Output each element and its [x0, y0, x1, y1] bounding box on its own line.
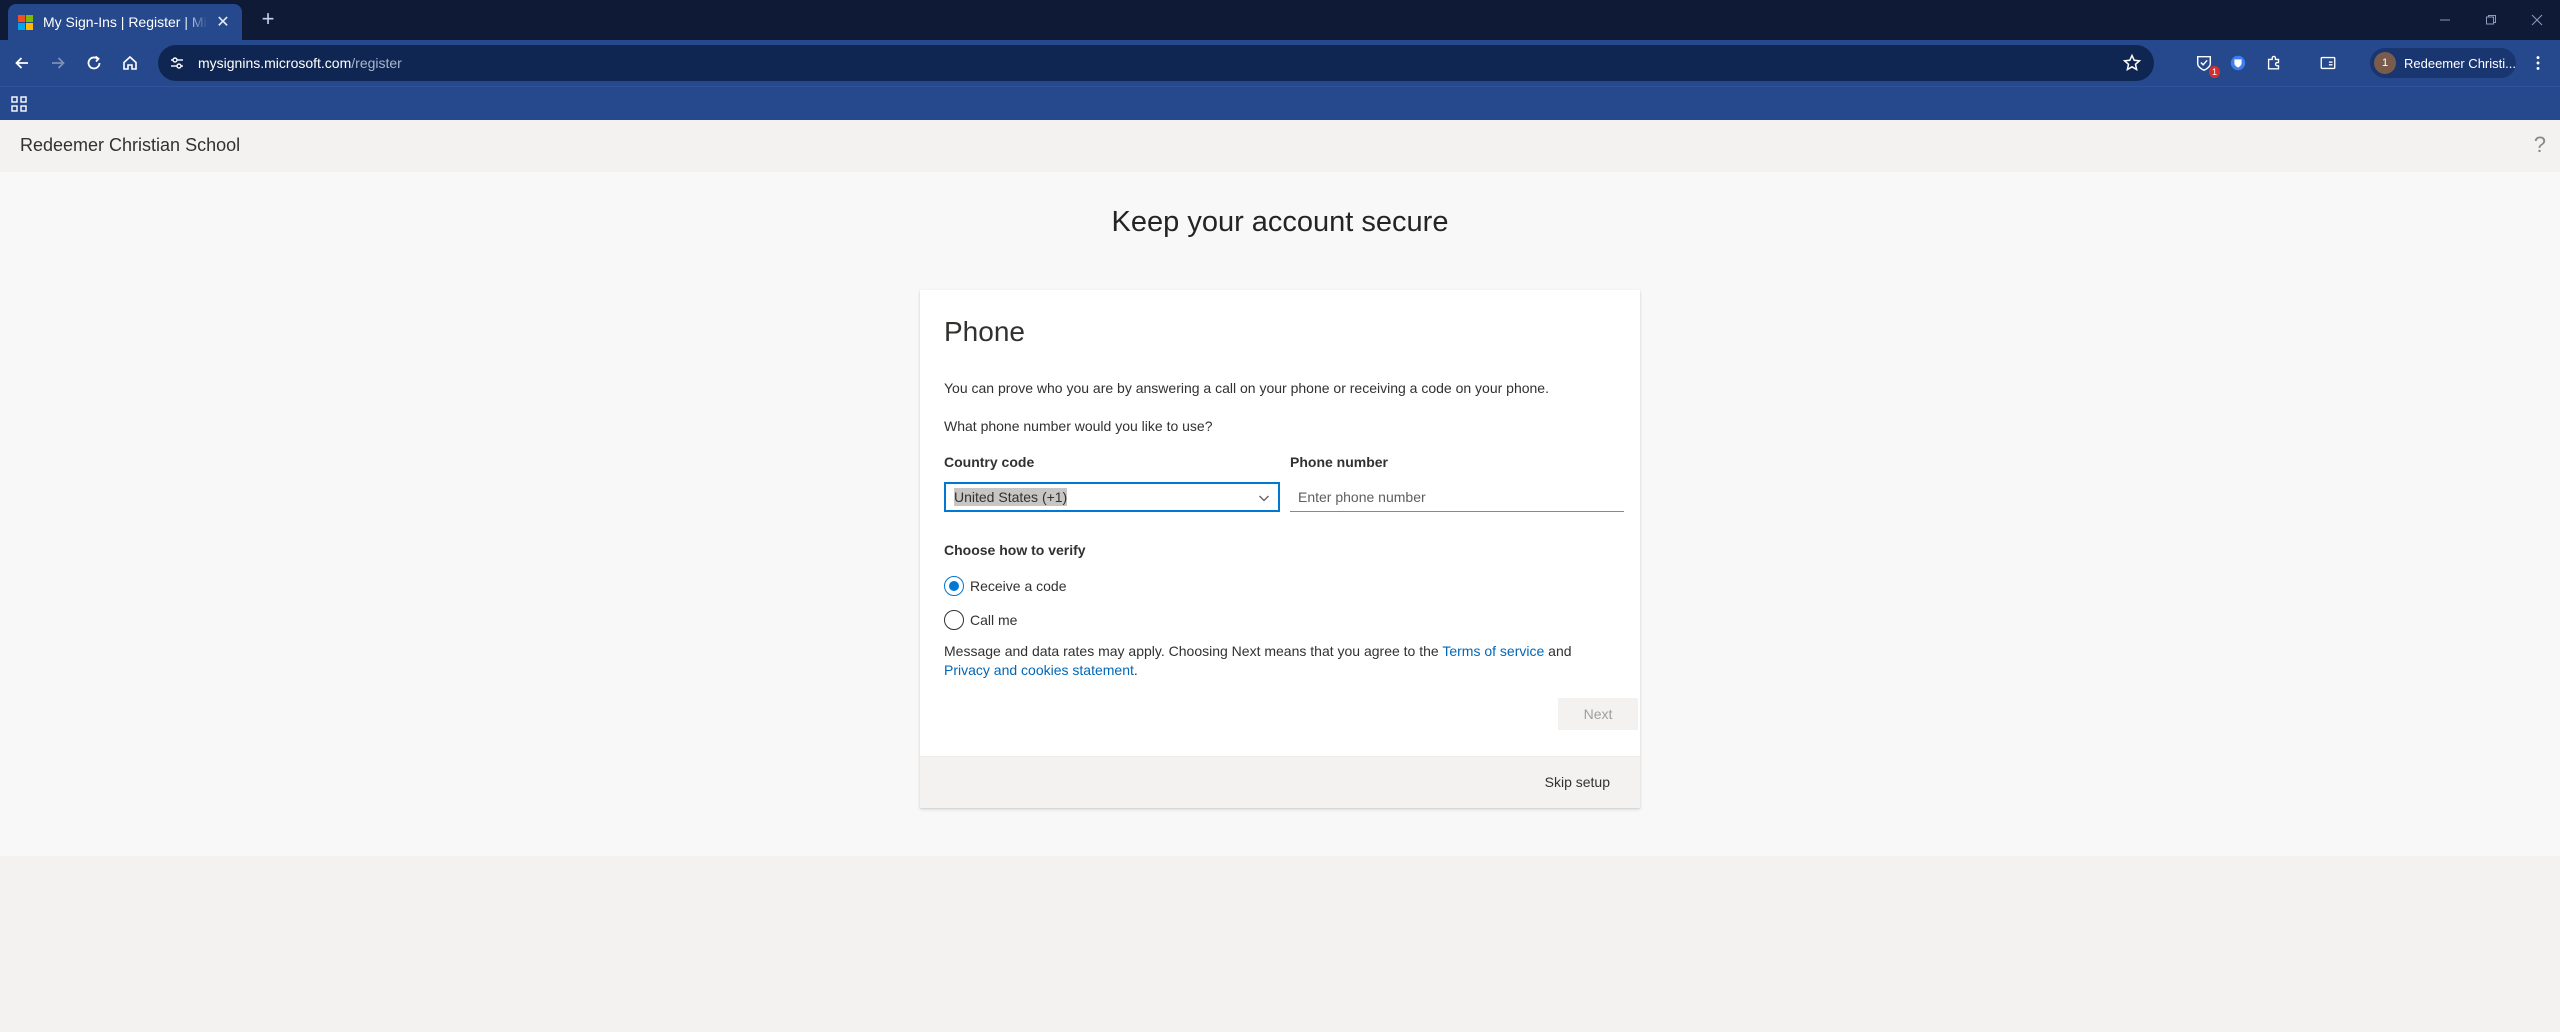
- chevron-down-icon: [1259, 495, 1269, 502]
- extensions-puzzle-icon[interactable]: [2262, 51, 2286, 75]
- phone-number-input[interactable]: [1290, 482, 1624, 512]
- terms-of-service-link[interactable]: Terms of service: [1442, 643, 1544, 659]
- more-menu-icon[interactable]: [2526, 51, 2550, 75]
- page: Redeemer Christian School ? Keep your ac…: [0, 120, 2560, 1032]
- radio-button[interactable]: [944, 610, 964, 630]
- back-icon[interactable]: [8, 49, 36, 77]
- extension-badge: 1: [2208, 66, 2220, 78]
- close-window-icon[interactable]: [2514, 0, 2560, 40]
- reading-list-icon[interactable]: [2316, 51, 2340, 75]
- radio-call-me[interactable]: Call me: [944, 610, 1017, 630]
- phone-number-label: Phone number: [1290, 454, 1389, 470]
- tab-strip: My Sign-Ins | Register | Microsoft ✕ +: [0, 0, 2560, 40]
- legal-notice: Message and data rates may apply. Choosi…: [944, 643, 1572, 678]
- card-footer: Skip setup: [920, 756, 1640, 808]
- phone-setup-card: Phone You can prove who you are by answe…: [920, 290, 1640, 808]
- window-controls: [2422, 0, 2560, 40]
- radio-receive-code[interactable]: Receive a code: [944, 576, 1067, 596]
- radio-label: Call me: [970, 612, 1018, 628]
- radio-button-checked[interactable]: [944, 576, 964, 596]
- help-icon[interactable]: ?: [2534, 132, 2546, 158]
- country-code-value: United States (+1): [954, 488, 1068, 506]
- bitwarden-icon[interactable]: [2226, 51, 2250, 75]
- home-icon[interactable]: [116, 49, 144, 77]
- minimize-icon[interactable]: [2422, 0, 2468, 40]
- verify-method-label: Choose how to verify: [944, 542, 1086, 558]
- site-settings-icon[interactable]: [166, 52, 188, 74]
- forward-icon[interactable]: [44, 49, 72, 77]
- extension-shield-icon[interactable]: 1: [2192, 51, 2220, 78]
- reload-icon[interactable]: [80, 49, 108, 77]
- restore-icon[interactable]: [2468, 0, 2514, 40]
- org-name: Redeemer Christian School: [20, 135, 241, 155]
- browser-toolbar: mysignins.microsoft.com/register 1 1 Red…: [0, 40, 2560, 86]
- tab-title: My Sign-Ins | Register | Microsoft: [43, 14, 208, 30]
- country-code-label: Country code: [944, 454, 1035, 470]
- org-header: Redeemer Christian School ?: [0, 120, 2560, 172]
- address-bar[interactable]: mysignins.microsoft.com/register: [158, 45, 2154, 81]
- radio-label: Receive a code: [970, 578, 1067, 594]
- url-text: mysignins.microsoft.com/register: [198, 55, 402, 71]
- page-title: Keep your account secure: [1111, 206, 1449, 238]
- phone-question: What phone number would you like to use?: [944, 418, 1213, 434]
- microsoft-logo-icon: [18, 14, 33, 30]
- close-tab-icon[interactable]: ✕: [214, 12, 232, 32]
- bookmark-star-icon[interactable]: [2122, 53, 2142, 73]
- bookmarks-bar: [0, 86, 2560, 120]
- next-button[interactable]: Next: [1558, 698, 1638, 730]
- page-footer: [0, 856, 2560, 1032]
- card-title: Phone: [944, 316, 1025, 347]
- main-content: Keep your account secure Phone You can p…: [0, 172, 2560, 856]
- apps-grid-icon[interactable]: [10, 95, 28, 113]
- new-tab-button[interactable]: +: [254, 6, 282, 34]
- privacy-statement-link[interactable]: Privacy and cookies statement: [944, 662, 1134, 678]
- country-code-select[interactable]: United States (+1): [944, 482, 1280, 512]
- browser-tab[interactable]: My Sign-Ins | Register | Microsoft ✕: [8, 4, 242, 40]
- profile-name: Redeemer Christi...: [2404, 55, 2516, 71]
- card-description: You can prove who you are by answering a…: [944, 380, 1549, 396]
- avatar: 1: [2374, 52, 2396, 74]
- skip-setup-button[interactable]: Skip setup: [1545, 774, 1610, 790]
- profile-button[interactable]: 1 Redeemer Christi...: [2370, 48, 2516, 78]
